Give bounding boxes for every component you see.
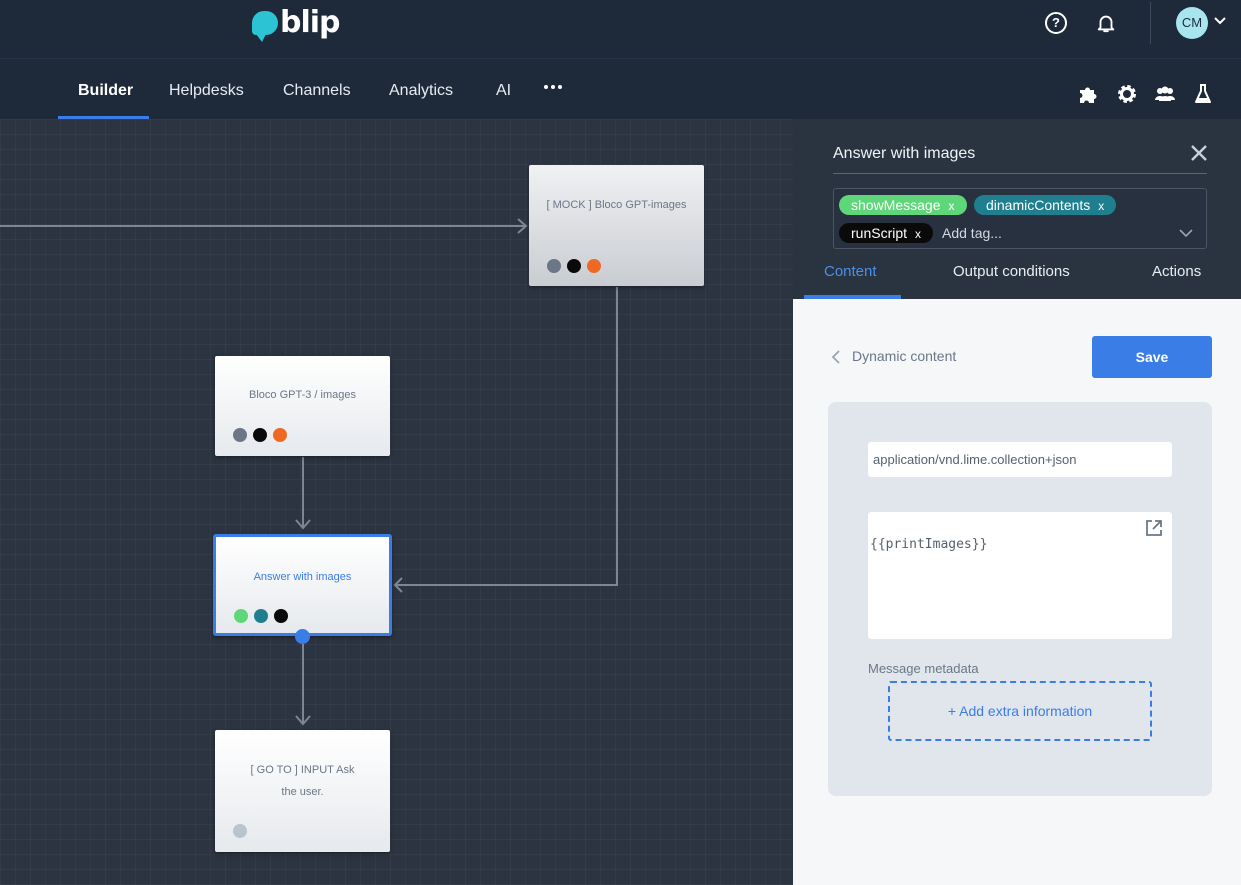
dynamic-content-card: application/vnd.lime.collection+json {{p… xyxy=(828,402,1212,796)
chevron-left-icon[interactable] xyxy=(830,349,842,365)
users-icon[interactable] xyxy=(1153,82,1177,106)
tag-dot xyxy=(274,609,288,623)
tag-label: dinamicContents xyxy=(986,197,1091,213)
open-external-icon[interactable] xyxy=(1144,518,1164,538)
tag-dot xyxy=(234,609,248,623)
tag-dot xyxy=(233,824,247,838)
tag-run-script[interactable]: runScript x xyxy=(839,223,934,243)
content-type-field[interactable]: application/vnd.lime.collection+json xyxy=(868,442,1172,477)
tag-dot xyxy=(253,428,267,442)
block-title: Answer with images xyxy=(253,571,352,583)
flask-icon[interactable] xyxy=(1191,82,1215,106)
chevron-down-icon[interactable] xyxy=(1178,225,1194,241)
back-link-dynamic-content[interactable]: Dynamic content xyxy=(852,348,956,364)
block-editor-panel: Answer with images showMessage x dinamicC… xyxy=(793,119,1241,885)
tab-actions[interactable]: Actions xyxy=(1152,263,1201,280)
block-title: [ GO TO ] INPUT Ask the user. xyxy=(250,764,355,798)
content-body-editor[interactable]: {{printImages}} xyxy=(868,512,1172,639)
title-underline xyxy=(833,173,1207,174)
panel-title[interactable]: Answer with images xyxy=(833,145,975,163)
save-button[interactable]: Save xyxy=(1092,336,1212,378)
flow-block-goto-input[interactable]: [ GO TO ] INPUT Ask the user. xyxy=(215,730,390,852)
chevron-down-icon[interactable] xyxy=(1213,14,1227,28)
block-tag-dots xyxy=(234,609,288,623)
block-title: Bloco GPT-3 / images xyxy=(249,389,356,401)
tab-content[interactable]: Content xyxy=(824,263,877,280)
panel-header: Answer with images showMessage x dinamicC… xyxy=(793,119,1241,299)
avatar[interactable]: CM xyxy=(1176,7,1208,39)
tag-dot xyxy=(254,609,268,623)
add-extra-information-button[interactable]: + Add extra information xyxy=(888,681,1152,741)
tag-dot xyxy=(233,428,247,442)
tag-dot xyxy=(587,259,601,273)
message-metadata-label: Message metadata xyxy=(868,661,979,676)
blip-logo-bubble-icon xyxy=(252,11,278,42)
top-bar: blip ? CM xyxy=(0,0,1241,58)
blip-logo[interactable]: blip xyxy=(252,5,341,42)
block-tag-dots xyxy=(547,259,601,273)
block-title: [ MOCK ] Bloco GPT-images xyxy=(546,199,687,211)
question-circle-icon[interactable]: ? xyxy=(1045,12,1067,34)
bell-icon[interactable] xyxy=(1095,12,1117,34)
tag-dinamic-contents[interactable]: dinamicContents x xyxy=(974,195,1117,215)
tag-remove-icon[interactable]: x xyxy=(915,227,921,241)
block-tag-dots xyxy=(233,428,287,442)
tags-input[interactable]: showMessage x dinamicContents x runScript x… xyxy=(833,188,1207,249)
tab-analytics[interactable]: Analytics xyxy=(389,59,453,120)
flow-block-answer-with-images[interactable]: Answer with images xyxy=(213,534,392,636)
block-tag-dots xyxy=(233,824,247,838)
more-dots-icon[interactable] xyxy=(544,85,562,91)
tab-output-conditions[interactable]: Output conditions xyxy=(953,263,1070,280)
builder-canvas[interactable]: [ MOCK ] Bloco GPT-images Bloco GPT-3 / … xyxy=(0,119,793,885)
header-divider xyxy=(1150,2,1151,44)
main-nav: Builder Helpdesks Channels Analytics AI xyxy=(0,58,1241,120)
block-output-handle[interactable] xyxy=(295,629,310,644)
tab-helpdesks[interactable]: Helpdesks xyxy=(169,59,244,120)
tab-channels[interactable]: Channels xyxy=(283,59,351,120)
tag-remove-icon[interactable]: x xyxy=(949,199,955,213)
tab-ai[interactable]: AI xyxy=(496,59,511,120)
tag-dot xyxy=(273,428,287,442)
gear-icon[interactable] xyxy=(1115,82,1139,106)
tag-dot xyxy=(567,259,581,273)
tag-show-message[interactable]: showMessage x xyxy=(839,195,967,215)
puzzle-icon[interactable] xyxy=(1077,82,1101,106)
close-icon[interactable] xyxy=(1189,143,1209,163)
logo-text: blip xyxy=(280,5,341,40)
active-tab-indicator xyxy=(804,295,901,299)
tab-builder[interactable]: Builder xyxy=(78,59,133,120)
content-body-text: {{printImages}} xyxy=(870,537,988,552)
tag-remove-icon[interactable]: x xyxy=(1098,199,1104,213)
add-tag-input[interactable]: Add tag... xyxy=(942,223,1002,243)
tag-label: runScript xyxy=(851,225,908,241)
flow-block-gpt3[interactable]: Bloco GPT-3 / images xyxy=(215,356,390,456)
flow-block-mock[interactable]: [ MOCK ] Bloco GPT-images xyxy=(529,165,704,286)
tag-dot xyxy=(547,259,561,273)
tag-label: showMessage xyxy=(851,197,941,213)
connector-mock-to-answer xyxy=(396,287,618,586)
